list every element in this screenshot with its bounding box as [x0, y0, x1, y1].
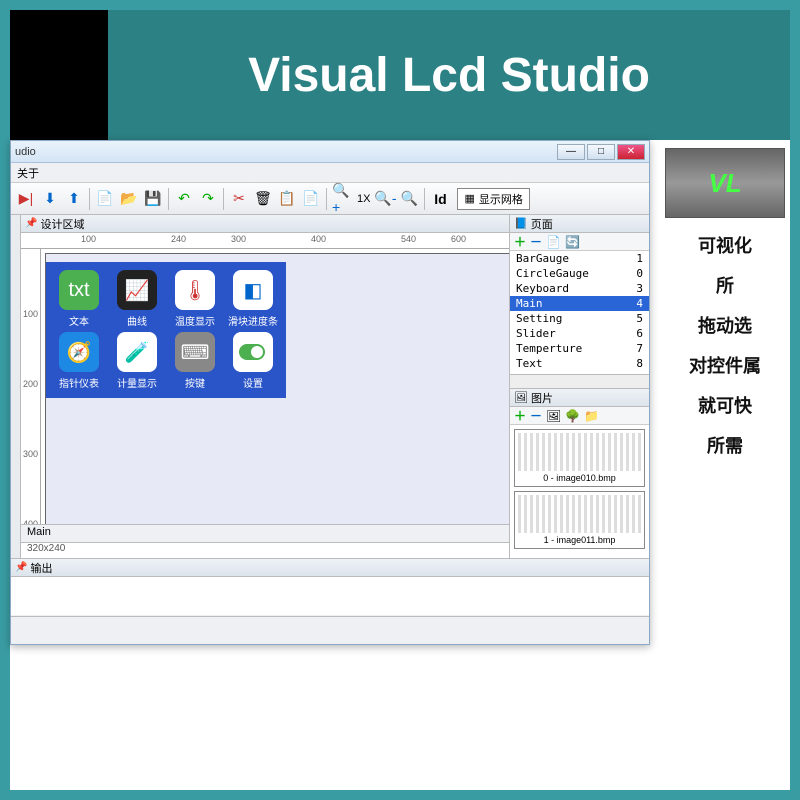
main-toolbar: ▶| ⬇ ⬆ 📄 📂 💾 ↶ ↷ ✂ 🗑 📋 📄 🔍+ 1X 🔍- 🔍 Id ▦… — [11, 183, 649, 215]
window-title: udio — [15, 146, 36, 158]
images-panel-title: 图片 — [531, 390, 553, 406]
image-thumbnails[interactable]: 0 - image010.bmp1 - image011.bmp — [510, 425, 649, 558]
promo-logo: VL — [665, 148, 785, 218]
page-list-row[interactable]: Keyboard3 — [510, 281, 649, 296]
toolbar-open-icon[interactable]: 📂 — [118, 188, 140, 210]
image-add-button[interactable]: ＋ — [514, 407, 526, 424]
ruler-vertical: 100 200 300 400 — [21, 249, 41, 524]
canvas-app-icon[interactable]: 设置 — [226, 332, 280, 390]
window-close-button[interactable]: ✕ — [617, 144, 645, 160]
toolbar-save-icon[interactable]: 💾 — [142, 188, 164, 210]
images-icon: 🖼 — [514, 391, 528, 404]
page-add-button[interactable]: ＋ — [514, 233, 526, 250]
promo-text: 所需 — [660, 432, 790, 458]
design-panel-header: 📌 设计区域 — [21, 215, 509, 233]
page-list-row[interactable]: Slider6 — [510, 326, 649, 341]
promo-text: 拖动选 — [660, 312, 790, 338]
left-toolbox-strip[interactable] — [11, 215, 21, 558]
toolbar-new-icon[interactable]: 📄 — [94, 188, 116, 210]
pin-icon[interactable]: 📌 — [15, 562, 27, 573]
output-panel-title: 输出 — [30, 560, 52, 576]
toolbar-download-icon[interactable]: ⬇ — [39, 188, 61, 210]
output-panel-header: 📌 输出 — [11, 559, 649, 577]
menu-about[interactable]: 关于 — [17, 168, 39, 180]
page-list-row[interactable]: BarGauge1 — [510, 251, 649, 266]
toolbar-undo-icon[interactable]: ↶ — [173, 188, 195, 210]
image-tool2-icon[interactable]: 🌳 — [565, 409, 580, 423]
design-panel-title: 设计区域 — [40, 216, 84, 232]
canvas-app-icon[interactable]: 🧪计量显示 — [110, 332, 164, 390]
pages-scrollbar[interactable] — [510, 374, 649, 388]
promo-text: 对控件属 — [660, 352, 790, 378]
page-tool-icon[interactable]: 📄 — [546, 235, 561, 249]
canvas-tab[interactable]: Main — [21, 524, 509, 542]
toolbar-zoom-in-icon[interactable]: 🔍+ — [331, 188, 353, 210]
canvas-app-icon[interactable]: ⌨按键 — [168, 332, 222, 390]
promo-text: 就可快 — [660, 392, 790, 418]
toolbar-id-icon[interactable]: Id — [429, 188, 451, 210]
promo-text: 可视化 — [660, 232, 790, 258]
image-tool3-icon[interactable]: 📁 — [584, 409, 599, 423]
toolbar-delete-icon[interactable]: 🗑 — [252, 188, 274, 210]
banner-title: Visual Lcd Studio — [248, 48, 650, 103]
toolbar-grid-toggle[interactable]: ▦ 显示网格 — [457, 188, 529, 210]
images-panel-header: 🖼 图片 — [510, 389, 649, 407]
promo-sidebar: VL 可视化 所 拖动选 对控件属 就可快 所需 — [660, 148, 790, 472]
toolbar-upload-icon[interactable]: ⬆ — [63, 188, 85, 210]
page-list-row[interactable]: Setting5 — [510, 311, 649, 326]
promo-text: 所 — [660, 272, 790, 298]
canvas-status: 320x240 — [21, 542, 509, 558]
toolbar-copy-icon[interactable]: 📋 — [276, 188, 298, 210]
ruler-horizontal: 100 240 300 400 540 600 — [21, 233, 509, 249]
output-body — [11, 577, 649, 615]
canvas-app-icon[interactable]: txt文本 — [52, 270, 106, 328]
page-refresh-icon[interactable]: 🔄 — [565, 235, 580, 249]
window-titlebar[interactable]: udio — □ ✕ — [11, 141, 649, 163]
image-tool1-icon[interactable]: 🖼 — [546, 409, 561, 423]
pages-list[interactable]: BarGauge1CircleGauge0Keyboard3Main4Setti… — [510, 251, 649, 374]
canvas-app-icon[interactable]: 📈曲线 — [110, 270, 164, 328]
top-left-black-box — [10, 10, 108, 140]
design-canvas[interactable]: txt文本📈曲线🌡温度显示◧滑块进度条 🧭指针仪表🧪计量显示⌨按键设置 — [45, 253, 509, 524]
image-thumbnail[interactable]: 1 - image011.bmp — [514, 491, 645, 549]
toolbar-redo-icon[interactable]: ↷ — [197, 188, 219, 210]
page-list-row[interactable]: Text8 — [510, 356, 649, 371]
page-delete-button[interactable]: － — [530, 233, 542, 250]
image-delete-button[interactable]: － — [530, 407, 542, 424]
toolbar-paste-icon[interactable]: 📄 — [300, 188, 322, 210]
toolbar-import-icon[interactable]: ▶| — [15, 188, 37, 210]
canvas-app-icon[interactable]: 🧭指针仪表 — [52, 332, 106, 390]
canvas-viewport[interactable]: 100 200 300 400 txt文本📈曲线🌡温度显示◧滑块进度条 🧭指针仪表… — [21, 249, 509, 524]
page-list-row[interactable]: Temperture7 — [510, 341, 649, 356]
page-list-row[interactable]: Main4 — [510, 296, 649, 311]
window-minimize-button[interactable]: — — [557, 144, 585, 160]
pin-icon[interactable]: 📌 — [25, 218, 37, 229]
toolbar-zoom-out-icon[interactable]: 🔍- — [374, 188, 396, 210]
banner: Visual Lcd Studio — [108, 10, 790, 140]
image-thumbnail[interactable]: 0 - image010.bmp — [514, 429, 645, 487]
pages-panel-title: 页面 — [531, 216, 553, 232]
canvas-app-icon[interactable]: ◧滑块进度条 — [226, 270, 280, 328]
page-list-row[interactable]: CircleGauge0 — [510, 266, 649, 281]
toolbar-zoom-level: 1X — [355, 193, 372, 205]
toolbar-zoom-fit-icon[interactable]: 🔍 — [398, 188, 420, 210]
canvas-app-menu: txt文本📈曲线🌡温度显示◧滑块进度条 🧭指针仪表🧪计量显示⌨按键设置 — [46, 262, 286, 398]
menubar: 关于 — [11, 163, 649, 183]
window-bottom-scrollbar[interactable] — [11, 616, 649, 644]
canvas-app-icon[interactable]: 🌡温度显示 — [168, 270, 222, 328]
toolbar-cut-icon[interactable]: ✂ — [228, 188, 250, 210]
pages-panel-header: 📘 页面 — [510, 215, 649, 233]
grid-icon: ▦ — [464, 192, 474, 205]
app-window: udio — □ ✕ 关于 ▶| ⬇ ⬆ 📄 📂 💾 ↶ ↷ ✂ 🗑 📋 📄 🔍… — [10, 140, 650, 645]
pages-icon: 📘 — [514, 217, 528, 230]
window-maximize-button[interactable]: □ — [587, 144, 615, 160]
